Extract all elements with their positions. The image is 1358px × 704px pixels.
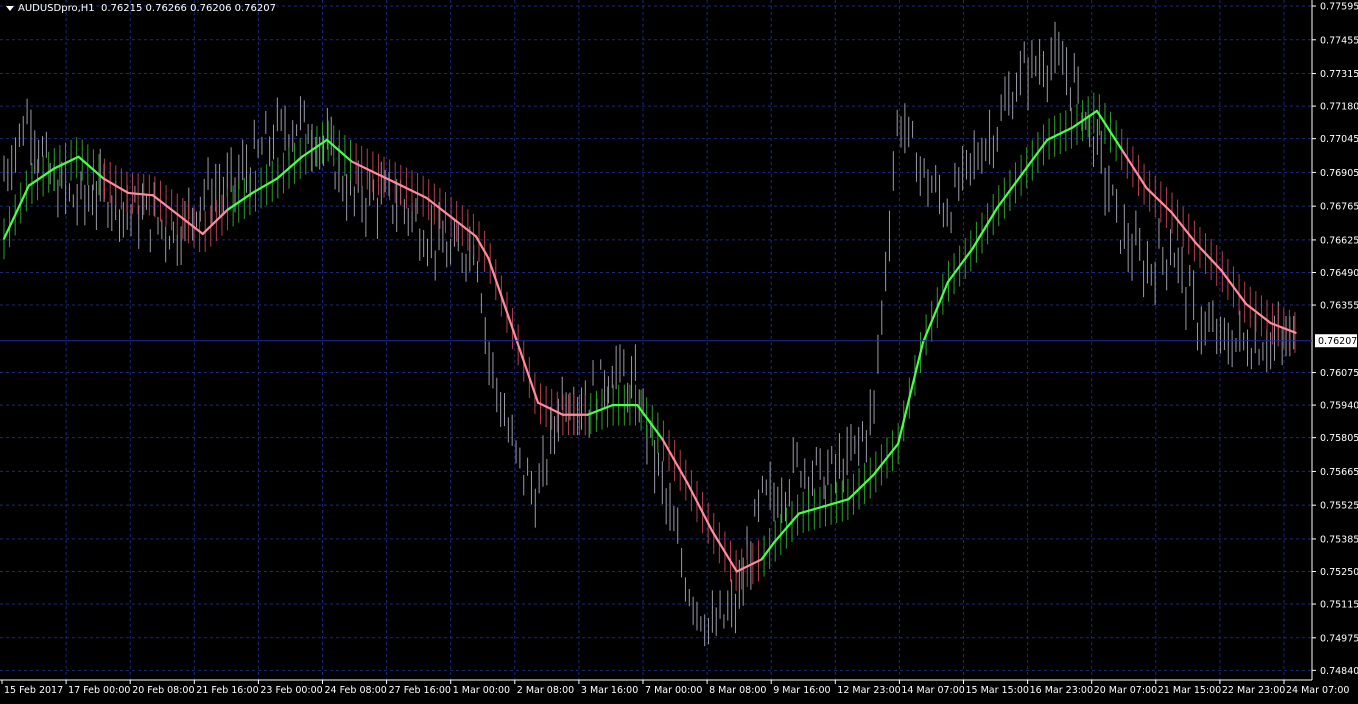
x-tick-label: 27 Feb 16:00 xyxy=(389,685,451,696)
x-tick-label: 20 Feb 08:00 xyxy=(132,685,194,696)
y-tick-label: 0.75665 xyxy=(1320,467,1358,478)
y-tick-label: 0.74975 xyxy=(1320,633,1358,644)
y-tick-label: 0.76075 xyxy=(1320,368,1358,379)
chart-area[interactable]: 0.77595 0.77455 0.77315 0.77180 0.77045 0.769… xyxy=(0,0,1358,700)
x-tick-label: 12 Mar 23:00 xyxy=(837,685,900,696)
x-tick-label: 21 Feb 16:00 xyxy=(196,685,258,696)
x-tick-label: 21 Mar 15:00 xyxy=(1158,685,1221,696)
y-tick-label: 0.75385 xyxy=(1320,534,1358,545)
y-tick-label: 0.75250 xyxy=(1320,567,1358,578)
chart-title[interactable]: AUDUSDpro,H1 0.76215 0.76266 0.76206 0.7… xyxy=(6,3,276,14)
y-tick-label: 0.77455 xyxy=(1320,35,1358,46)
x-tick-label: 1 Mar 00:00 xyxy=(453,685,510,696)
triangle-down-icon[interactable] xyxy=(6,5,14,11)
y-tick-label: 0.77595 xyxy=(1320,2,1358,13)
plot-background xyxy=(0,0,1358,700)
x-tick-label: 7 Mar 00:00 xyxy=(645,685,702,696)
x-tick-label: 23 Feb 00:00 xyxy=(260,685,322,696)
x-tick-label: 17 Feb 00:00 xyxy=(68,685,130,696)
y-tick-label: 0.75525 xyxy=(1320,501,1358,512)
y-tick-label: 0.75115 xyxy=(1320,600,1358,611)
y-tick-label: 0.76355 xyxy=(1320,301,1358,312)
x-tick-label: 16 Mar 23:00 xyxy=(1030,685,1093,696)
symbol-timeframe: AUDUSDpro,H1 xyxy=(18,3,95,14)
x-tick-label: 15 Feb 2017 xyxy=(4,685,63,696)
x-tick-label: 20 Mar 07:00 xyxy=(1094,685,1157,696)
x-tick-label: 15 Mar 15:00 xyxy=(966,685,1029,696)
x-tick-label: 24 Mar 07:00 xyxy=(1286,685,1349,696)
y-tick-label: 0.75805 xyxy=(1320,433,1358,444)
y-tick-label: 0.74840 xyxy=(1320,666,1358,677)
y-tick-label: 0.77180 xyxy=(1320,102,1358,113)
x-tick-label: 9 Mar 16:00 xyxy=(773,685,830,696)
price-chart[interactable]: 0.77595 0.77455 0.77315 0.77180 0.77045 0.769… xyxy=(0,0,1358,700)
y-tick-label: 0.76905 xyxy=(1320,168,1358,179)
x-tick-label: 3 Mar 16:00 xyxy=(581,685,638,696)
current-price-label: 0.76207 xyxy=(1318,336,1357,347)
y-tick-label: 0.76490 xyxy=(1320,268,1358,279)
ohlc-values: 0.76215 0.76266 0.76206 0.76207 xyxy=(101,3,276,14)
x-tick-label: 14 Mar 07:00 xyxy=(901,685,964,696)
x-tick-label: 24 Feb 08:00 xyxy=(325,685,387,696)
y-tick-label: 0.76625 xyxy=(1320,235,1358,246)
x-tick-label: 2 Mar 08:00 xyxy=(517,685,574,696)
y-tick-label: 0.77315 xyxy=(1320,69,1358,80)
x-tick-label: 8 Mar 08:00 xyxy=(709,685,766,696)
y-tick-label: 0.77045 xyxy=(1320,134,1358,145)
y-tick-label: 0.75940 xyxy=(1320,401,1358,412)
x-tick-label: 22 Mar 23:00 xyxy=(1222,685,1285,696)
y-tick-label: 0.76765 xyxy=(1320,202,1358,213)
